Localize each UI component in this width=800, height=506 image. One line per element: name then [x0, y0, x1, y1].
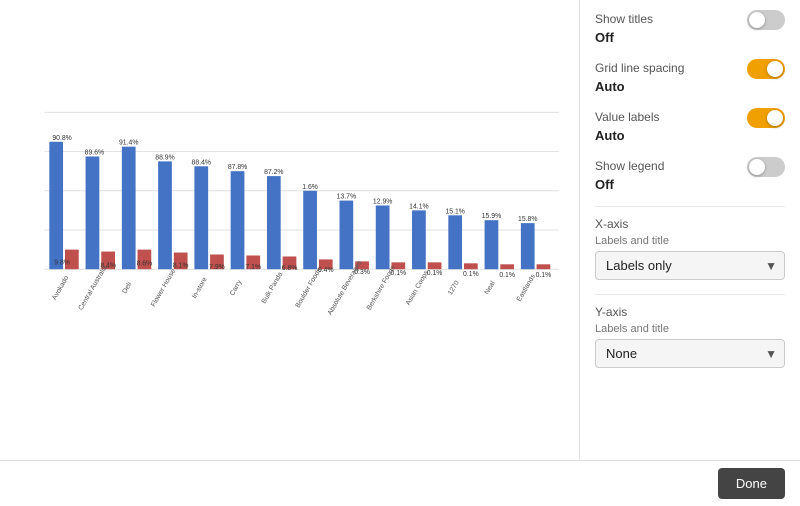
svg-text:Berkshire Foods: Berkshire Foods: [366, 264, 397, 311]
svg-text:9.8%: 9.8%: [54, 259, 70, 266]
done-button[interactable]: Done: [718, 468, 785, 499]
svg-text:Carry: Carry: [229, 279, 244, 298]
svg-text:13.7%: 13.7%: [337, 194, 356, 201]
svg-text:Deli: Deli: [121, 281, 133, 295]
svg-text:14.1%: 14.1%: [409, 203, 428, 210]
main-area: 90.8% 9.8% Avokado 89.6% 8.4% Central Au…: [0, 0, 800, 460]
svg-text:12.9%: 12.9%: [373, 199, 392, 206]
value-labels-knob: [767, 110, 783, 126]
svg-text:15.9%: 15.9%: [482, 213, 501, 220]
svg-text:0.1%: 0.1%: [463, 271, 479, 278]
xaxis-sublabel: Labels and title: [595, 235, 785, 247]
svg-text:87.8%: 87.8%: [228, 164, 247, 171]
svg-text:88.9%: 88.9%: [155, 154, 174, 161]
grid-line-spacing-toggle[interactable]: [747, 59, 785, 79]
svg-text:90.8%: 90.8%: [52, 135, 71, 142]
svg-text:Central Australia: Central Australia: [77, 264, 108, 311]
svg-text:Bulk Panda: Bulk Panda: [261, 271, 285, 305]
yaxis-row: Y-axis Labels and title None Labels only…: [595, 305, 785, 368]
show-legend-value: Off: [595, 177, 785, 192]
show-legend-row: Show legend Off: [595, 157, 785, 192]
show-titles-label: Show titles: [595, 12, 653, 26]
svg-text:1.6%: 1.6%: [302, 184, 318, 191]
svg-text:7.9%: 7.9%: [209, 264, 225, 271]
right-panel: Show titles Off Grid line spacing Auto V…: [580, 0, 800, 460]
show-titles-toggle[interactable]: [747, 10, 785, 30]
chart-container: 90.8% 9.8% Avokado 89.6% 8.4% Central Au…: [15, 10, 564, 450]
svg-text:7.1%: 7.1%: [245, 264, 261, 271]
svg-text:89.6%: 89.6%: [85, 150, 104, 157]
svg-text:15.8%: 15.8%: [518, 216, 537, 223]
xaxis-row: X-axis Labels and title Labels only Labe…: [595, 217, 785, 280]
svg-text:0.1%: 0.1%: [499, 272, 515, 279]
svg-text:8.1%: 8.1%: [173, 262, 189, 269]
xaxis-dropdown[interactable]: Labels only Labels and title None: [595, 251, 785, 280]
value-labels-toggle[interactable]: [747, 108, 785, 128]
show-titles-value: Off: [595, 30, 785, 45]
svg-text:91.4%: 91.4%: [119, 140, 138, 147]
svg-text:Avokado: Avokado: [51, 275, 70, 302]
grid-line-spacing-knob: [767, 61, 783, 77]
divider-2: [595, 294, 785, 295]
svg-text:Neal: Neal: [484, 280, 497, 296]
divider-1: [595, 206, 785, 207]
grid-line-spacing-label: Grid line spacing: [595, 61, 684, 75]
svg-text:Flower House: Flower House: [150, 268, 177, 308]
grid-line-spacing-row: Grid line spacing Auto: [595, 59, 785, 94]
svg-text:8.6%: 8.6%: [137, 260, 153, 267]
svg-text:87.2%: 87.2%: [264, 169, 283, 176]
show-titles-knob: [749, 12, 765, 28]
svg-text:1270: 1270: [447, 280, 461, 297]
show-legend-toggle[interactable]: [747, 157, 785, 177]
yaxis-label: Y-axis: [595, 305, 785, 319]
yaxis-sublabel: Labels and title: [595, 323, 785, 335]
grid-line-spacing-value: Auto: [595, 79, 785, 94]
xaxis-dropdown-wrapper: Labels only Labels and title None ▼: [595, 251, 785, 280]
svg-text:Asian Coops: Asian Coops: [405, 269, 431, 307]
svg-text:Boulder Foods: Boulder Foods: [295, 267, 324, 310]
value-labels-value: Auto: [595, 128, 785, 143]
show-legend-label: Show legend: [595, 159, 664, 173]
show-legend-knob: [749, 159, 765, 175]
svg-text:In-store: In-store: [191, 276, 209, 300]
svg-text:15.1%: 15.1%: [445, 208, 464, 215]
svg-text:0.1%: 0.1%: [536, 272, 552, 279]
xaxis-label: X-axis: [595, 217, 785, 231]
svg-text:6.8%: 6.8%: [282, 265, 298, 272]
svg-text:Eastlands: Eastlands: [516, 273, 537, 303]
value-labels-row: Value labels Auto: [595, 108, 785, 143]
yaxis-dropdown[interactable]: None Labels only Labels and title: [595, 339, 785, 368]
footer: Done: [0, 460, 800, 506]
yaxis-dropdown-wrapper: None Labels only Labels and title ▼: [595, 339, 785, 368]
value-labels-label: Value labels: [595, 110, 660, 124]
bar-chart: 90.8% 9.8% Avokado 89.6% 8.4% Central Au…: [15, 10, 564, 450]
svg-text:88.4%: 88.4%: [192, 159, 211, 166]
show-titles-row: Show titles Off: [595, 10, 785, 45]
chart-area: 90.8% 9.8% Avokado 89.6% 8.4% Central Au…: [0, 0, 580, 460]
